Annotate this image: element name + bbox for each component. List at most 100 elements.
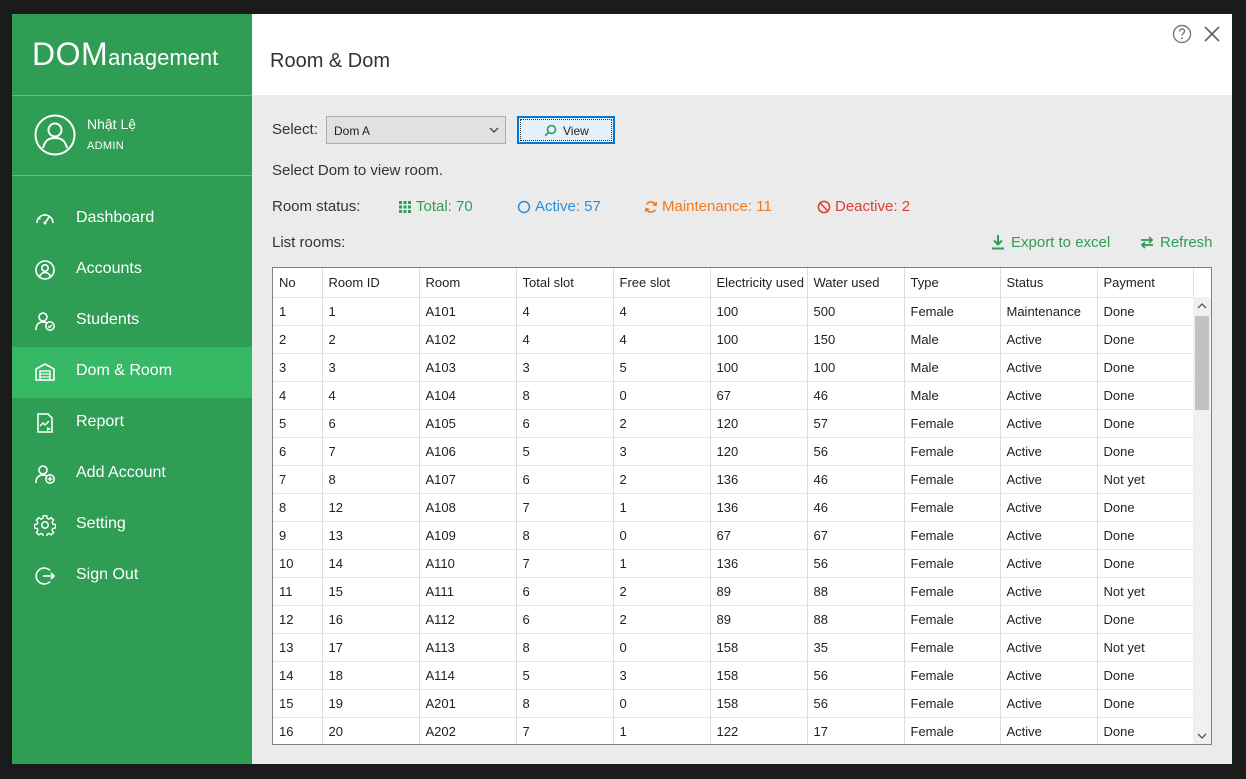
table-row[interactable]: 4 4 A104 8 0 67 46 Male Active Done [273,381,1194,410]
table-cell: 11 [273,577,323,606]
table-cell: 1 [613,493,711,522]
table-cell: Active [1000,521,1098,550]
table-cell: A110 [419,549,517,578]
table-cell: 7 [516,493,614,522]
column-header[interactable]: Status [1000,268,1098,298]
table-cell: A202 [419,717,517,744]
help-icon[interactable] [1172,24,1192,44]
column-header[interactable]: Type [904,268,1001,298]
table-cell: 46 [807,381,905,410]
table-cell: 1 [613,717,711,744]
table-row[interactable]: 3 3 A103 3 5 100 100 Male Active Done [273,353,1194,382]
column-header[interactable]: Room [419,268,517,298]
table-row[interactable]: 5 6 A105 6 2 120 57 Female Active Done [273,409,1194,438]
table-row[interactable]: 13 17 A113 8 0 158 35 Female Active Not yet [273,633,1194,662]
table-cell: Done [1097,521,1194,550]
page-header: Room & Dom [252,14,1232,95]
table-cell: 89 [710,577,808,606]
table-cell: 18 [322,661,420,690]
table-cell: Female [904,689,1001,718]
circle-icon [517,200,531,214]
sidebar-item-sign-out[interactable]: Sign Out [12,551,252,602]
table-cell: 136 [710,465,808,494]
column-header[interactable]: Payment [1097,268,1194,298]
sidebar-divider [12,175,252,176]
column-header[interactable]: Electricity used [710,268,808,298]
table-row[interactable]: 14 18 A114 5 3 158 56 Female Active Done [273,661,1194,690]
table-cell: A114 [419,661,517,690]
table-row[interactable]: 1 1 A101 4 4 100 500 Female Maintenance Done [273,297,1194,326]
table-cell: 67 [807,521,905,550]
sidebar-item-report[interactable]: Report [12,398,252,449]
table-cell: 4 [516,297,614,326]
view-button[interactable]: View [517,116,615,144]
table-cell: Female [904,633,1001,662]
report-icon [37,413,53,433]
scroll-down-icon[interactable] [1196,731,1208,741]
table-cell: 7 [273,465,323,494]
table-cell: Female [904,297,1001,326]
sidebar-item-accounts[interactable]: Accounts [12,245,252,296]
table-cell: A104 [419,381,517,410]
table-cell: A105 [419,409,517,438]
table-cell: 5 [516,661,614,690]
scrollbar-thumb[interactable] [1195,316,1209,410]
column-header[interactable]: Total slot [516,268,614,298]
table-row[interactable]: 9 13 A109 8 0 67 67 Female Active Done [273,521,1194,550]
view-button-label: View [563,124,589,138]
table-cell: 89 [710,605,808,634]
table-cell: Not yet [1097,633,1194,662]
table-cell: Male [904,381,1001,410]
sidebar-item-dom-room[interactable]: Dom & Room [12,347,252,398]
block-icon [817,200,831,214]
table-cell: Active [1000,661,1098,690]
table-cell: 2 [273,325,323,354]
sidebar-item-add-account[interactable]: Add Account [12,449,252,500]
table-row[interactable]: 16 20 A202 7 1 122 17 Female Active Done [273,717,1194,744]
column-header[interactable]: No [273,268,323,298]
column-header[interactable]: Water used [807,268,905,298]
sign-out-icon [35,567,56,585]
table-cell: Done [1097,493,1194,522]
table-cell: Done [1097,325,1194,354]
table-scrollbar[interactable] [1193,297,1211,744]
dom-select[interactable]: Dom A [326,116,506,144]
table-cell: 5 [516,437,614,466]
table-cell: 100 [710,353,808,382]
table-cell: Female [904,409,1001,438]
table-cell: A112 [419,605,517,634]
status-total-text: Total: 70 [416,198,473,215]
table-row[interactable]: 8 12 A108 7 1 136 46 Female Active Done [273,493,1194,522]
column-header[interactable]: Room ID [322,268,420,298]
table-cell: 500 [807,297,905,326]
table-cell: 12 [273,605,323,634]
table-cell: 0 [613,633,711,662]
table-cell: 67 [710,381,808,410]
page-title: Room & Dom [270,50,391,72]
table-cell: Female [904,465,1001,494]
dom-select-value: Dom A [334,124,371,138]
sidebar-item-dashboard[interactable]: Dashboard [12,194,252,245]
table-row[interactable]: 10 14 A110 7 1 136 56 Female Active Done [273,549,1194,578]
table-row[interactable]: 6 7 A106 5 3 120 56 Female Active Done [273,437,1194,466]
table-row[interactable]: 15 19 A201 8 0 158 56 Female Active Done [273,689,1194,718]
table-row[interactable]: 2 2 A102 4 4 100 150 Male Active Done [273,325,1194,354]
table-row[interactable]: 11 15 A111 6 2 89 88 Female Active Not yet [273,577,1194,606]
sidebar-item-setting[interactable]: Setting [12,500,252,551]
table-cell: 15 [322,577,420,606]
table-row[interactable]: 12 16 A112 6 2 89 88 Female Active Done [273,605,1194,634]
download-icon [992,235,1004,250]
close-icon[interactable] [1202,24,1222,44]
table-cell: Done [1097,353,1194,382]
table-cell: 14 [322,549,420,578]
table-row[interactable]: 7 8 A107 6 2 136 46 Female Active Not yet [273,465,1194,494]
column-header[interactable]: Free slot [613,268,711,298]
scroll-up-icon[interactable] [1196,301,1208,311]
sidebar-item-students[interactable]: Students [12,296,252,347]
table-cell: 2 [322,325,420,354]
table-cell: 57 [807,409,905,438]
table-cell: 3 [516,353,614,382]
table-cell: Female [904,521,1001,550]
table-cell: A106 [419,437,517,466]
sidebar-item-label: Report [76,413,125,430]
